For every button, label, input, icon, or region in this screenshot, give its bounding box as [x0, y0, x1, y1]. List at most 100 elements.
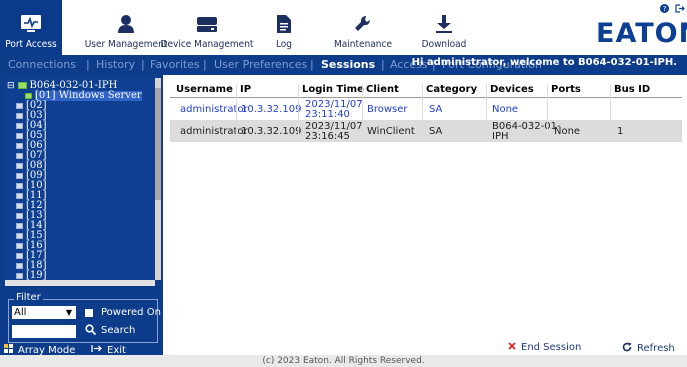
wrench-icon: [353, 13, 373, 35]
col-ports[interactable]: Ports: [551, 84, 581, 95]
user-icon: [116, 13, 136, 35]
filter-select-value: All: [14, 307, 27, 318]
cell-client: WinClient: [367, 126, 415, 137]
cell-category: SA: [429, 104, 443, 115]
array-mode-label: Array Mode: [18, 344, 76, 356]
nav-connections[interactable]: Connections: [8, 58, 76, 71]
cell-username: administrator: [180, 104, 248, 115]
log-icon: [276, 13, 292, 35]
device-management-label: Device Management: [160, 39, 254, 50]
collapse-icon[interactable]: ⊟: [7, 81, 15, 91]
monitor-icon: [16, 183, 23, 189]
nav-separator: |: [86, 58, 90, 71]
column-divider: [298, 84, 299, 136]
download-button[interactable]: Download: [422, 0, 466, 55]
monitor-icon: [16, 213, 23, 219]
nav-separator: |: [203, 58, 207, 71]
col-devices[interactable]: Devices: [490, 84, 534, 95]
cell-category: SA: [429, 126, 443, 137]
table-row[interactable]: administrator 10.3.32.109 2023/11/07 23:…: [170, 98, 682, 120]
device-icon: [196, 13, 218, 35]
cell-login-clock: 23:16:45: [305, 131, 350, 142]
cell-ip: 10.3.32.109: [241, 104, 302, 115]
tree-vertical-scrollbar[interactable]: [155, 78, 161, 280]
cell-ports: None: [554, 126, 581, 137]
device-management-button[interactable]: Device Management: [161, 0, 253, 55]
port-access-button[interactable]: Port Access: [0, 0, 62, 55]
nav-bar: Connections | History | Favorites | User…: [0, 55, 687, 75]
table-header: Username IP Login Time Client Category D…: [170, 84, 682, 97]
monitor-icon: [16, 233, 23, 239]
session-actions: End Session Refresh: [163, 342, 687, 356]
log-label: Log: [275, 39, 293, 50]
log-button[interactable]: Log: [267, 0, 301, 55]
kvm-device-icon: [17, 82, 27, 89]
col-client[interactable]: Client: [366, 84, 399, 95]
tree-horizontal-scrollbar[interactable]: [5, 280, 155, 286]
monitor-icon: [16, 133, 23, 139]
cell-bus-id: 1: [617, 126, 624, 137]
cell-ip: 10.3.32.109: [241, 126, 302, 137]
search-icon[interactable]: [85, 324, 97, 338]
monitor-icon: [16, 113, 23, 119]
monitor-icon: [16, 193, 23, 199]
nav-separator: |: [381, 58, 385, 71]
tree-port-item[interactable]: [19]: [16, 271, 47, 280]
port-access-icon: [19, 13, 43, 35]
column-divider: [547, 84, 548, 136]
col-ip[interactable]: IP: [240, 84, 251, 95]
close-icon: [508, 342, 516, 353]
col-login-time[interactable]: Login Time: [302, 84, 364, 95]
nav-sessions[interactable]: Sessions: [321, 58, 375, 71]
port-access-label: Port Access: [5, 39, 57, 50]
cell-devices: None: [492, 104, 519, 115]
refresh-label: Refresh: [637, 343, 675, 354]
col-username[interactable]: Username: [176, 84, 233, 95]
nav-user-preferences[interactable]: User Preferences: [214, 58, 307, 71]
welcome-message: Hi administrator, welcome to B064-032-01…: [411, 57, 677, 68]
download-label: Download: [421, 39, 467, 50]
top-toolbar: Port Access User Management Device Manag…: [0, 0, 687, 55]
filter-select[interactable]: All ▼: [12, 306, 76, 319]
user-management-label: User Management: [84, 39, 168, 50]
powered-on-checkbox[interactable]: [85, 309, 93, 317]
maintenance-button[interactable]: Maintenance: [334, 0, 392, 55]
col-bus-id[interactable]: Bus ID: [614, 84, 650, 95]
monitor-icon: [16, 163, 23, 169]
chevron-down-icon: ▼: [65, 308, 72, 317]
cell-username: administrator: [180, 126, 248, 137]
column-divider: [422, 84, 423, 136]
nav-separator: |: [310, 58, 314, 71]
monitor-icon: [16, 103, 23, 109]
maintenance-label: Maintenance: [334, 39, 392, 50]
column-divider: [362, 84, 363, 136]
end-session-button[interactable]: End Session: [508, 342, 581, 353]
nav-favorites[interactable]: Favorites: [150, 58, 200, 71]
tree-port-label: [19]: [26, 270, 47, 281]
svg-text:?: ?: [663, 4, 667, 13]
filter-search-input[interactable]: [12, 325, 76, 338]
logout-icon[interactable]: [675, 4, 685, 16]
help-icon[interactable]: ?: [660, 4, 669, 16]
exit-label: Exit: [107, 344, 126, 356]
table-row[interactable]: administrator 10.3.32.109 2023/11/07 23:…: [170, 120, 682, 142]
port-tree[interactable]: ⊟ B064-032-01-IPH [01] Windows Server [02…: [5, 78, 155, 280]
copyright-footer: (c) 2023 Eaton. All Rights Reserved.: [0, 355, 687, 367]
filter-group: All ▼ Powered On Search: [8, 299, 161, 343]
nav-separator: |: [141, 58, 145, 71]
scrollbar-thumb[interactable]: [155, 88, 161, 200]
end-session-label: End Session: [521, 342, 582, 353]
search-button-label[interactable]: Search: [101, 325, 135, 336]
download-icon: [434, 13, 454, 35]
monitor-icon: [16, 153, 23, 159]
nav-history[interactable]: History: [96, 58, 135, 71]
user-management-button[interactable]: User Management: [85, 0, 167, 55]
eaton-logo: EATON®: [596, 18, 687, 49]
col-category[interactable]: Category: [426, 84, 477, 95]
left-panel: ⊟ B064-032-01-IPH [01] Windows Server [02…: [0, 75, 163, 367]
monitor-icon: [16, 143, 23, 149]
monitor-icon: [16, 123, 23, 129]
column-divider: [610, 84, 611, 136]
monitor-icon: [16, 243, 23, 249]
refresh-button[interactable]: Refresh: [622, 342, 675, 355]
